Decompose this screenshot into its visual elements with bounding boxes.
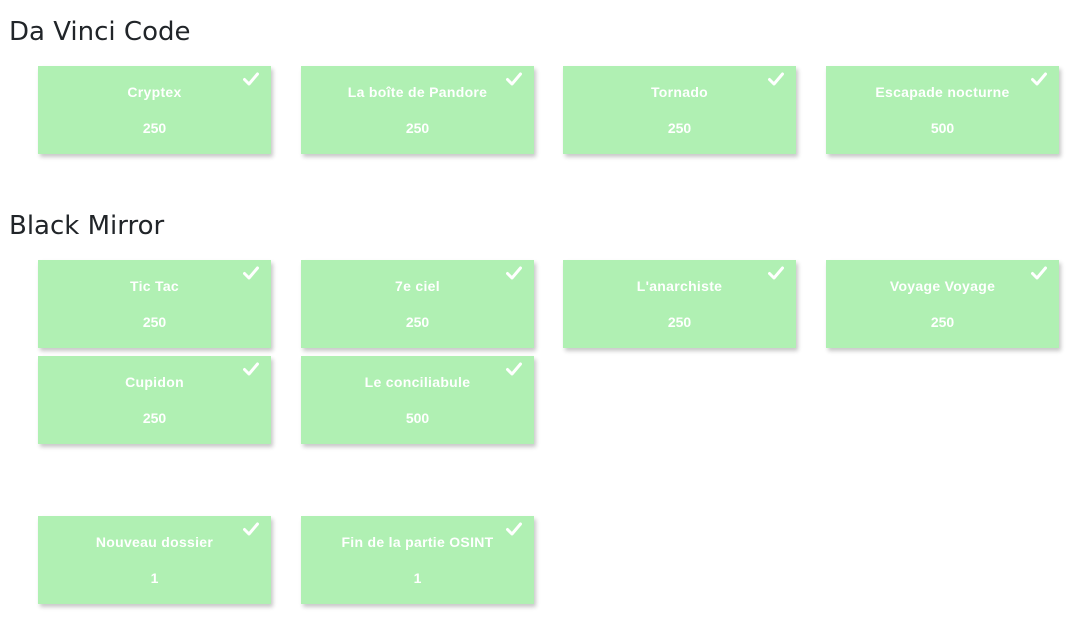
challenge-value: 250 (405, 120, 430, 136)
challenge-card-lanarchiste[interactable]: L'anarchiste 250 (563, 260, 796, 348)
challenges-board: Da Vinci Code Cryptex 250 La boîte de Pa… (0, 0, 1091, 629)
challenge-card-tornado[interactable]: Tornado 250 (563, 66, 796, 154)
challenge-card-cupidon[interactable]: Cupidon 250 (38, 356, 271, 444)
challenge-card-escapade-nocturne[interactable]: Escapade nocturne 500 (826, 66, 1059, 154)
challenge-name: La boîte de Pandore (347, 84, 488, 100)
challenge-name: Nouveau dossier (95, 534, 214, 550)
challenge-name: Cryptex (127, 84, 182, 100)
challenge-name: Voyage Voyage (889, 278, 996, 294)
challenge-card-fin-de-la-partie-osint[interactable]: Fin de la partie OSINT 1 (301, 516, 534, 604)
challenge-name: Tornado (650, 84, 709, 100)
challenge-name: 7e ciel (395, 278, 440, 294)
category-title: Da Vinci Code (9, 17, 191, 47)
category-title: Black Mirror (9, 211, 165, 241)
challenge-value: 500 (405, 410, 430, 426)
challenge-value: 1 (150, 570, 159, 586)
challenge-card-la-boite-de-pandore[interactable]: La boîte de Pandore 250 (301, 66, 534, 154)
challenge-card-tic-tac[interactable]: Tic Tac 250 (38, 260, 271, 348)
challenge-value: 250 (405, 314, 430, 330)
challenge-value: 500 (930, 120, 955, 136)
challenge-card-7e-ciel[interactable]: 7e ciel 250 (301, 260, 534, 348)
challenge-name: Fin de la partie OSINT (341, 534, 494, 550)
challenge-value: 250 (667, 120, 692, 136)
challenge-value: 250 (142, 120, 167, 136)
challenge-card-voyage-voyage[interactable]: Voyage Voyage 250 (826, 260, 1059, 348)
challenge-value: 1 (413, 570, 422, 586)
challenge-value: 250 (930, 314, 955, 330)
challenge-value: 250 (142, 314, 167, 330)
challenge-card-le-conciliabule[interactable]: Le conciliabule 500 (301, 356, 534, 444)
challenge-name: Le conciliabule (364, 374, 471, 390)
challenge-value: 250 (142, 410, 167, 426)
challenge-card-cryptex[interactable]: Cryptex 250 (38, 66, 271, 154)
challenge-value: 250 (667, 314, 692, 330)
challenge-name: Escapade nocturne (875, 84, 1010, 100)
challenge-name: Tic Tac (129, 278, 180, 294)
challenge-name: Cupidon (125, 374, 184, 390)
challenge-name: L'anarchiste (636, 278, 723, 294)
challenge-card-nouveau-dossier[interactable]: Nouveau dossier 1 (38, 516, 271, 604)
